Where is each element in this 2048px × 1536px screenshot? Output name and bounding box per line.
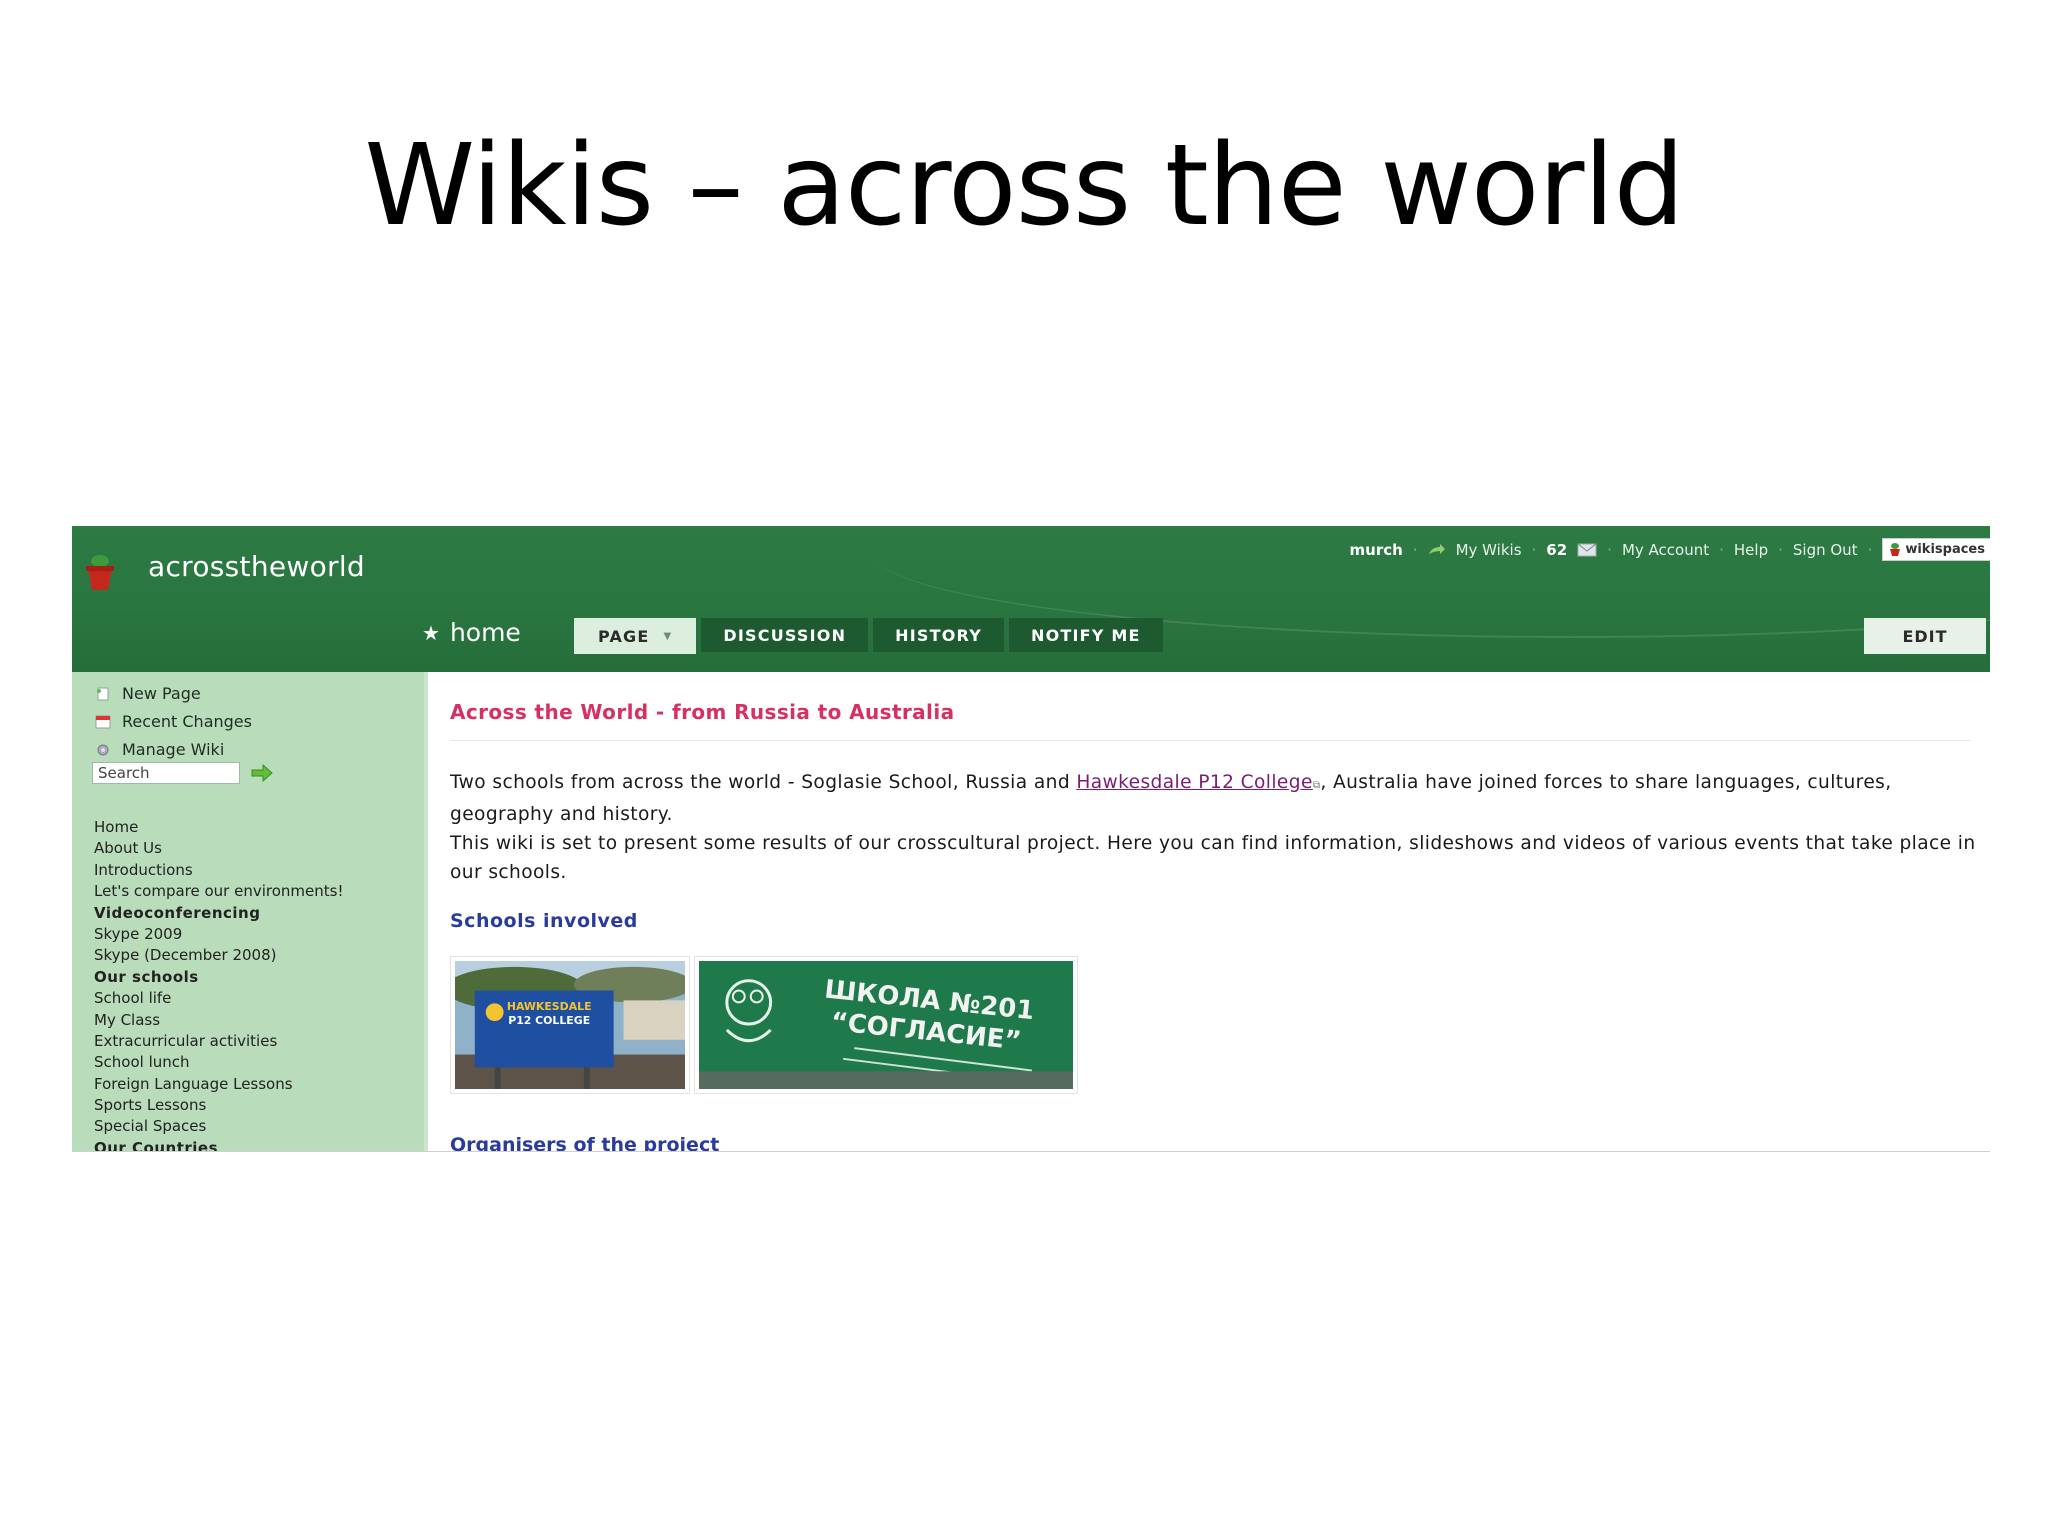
sidebar-nav: Home About Us Introductions Let's compar… — [94, 817, 343, 1152]
nav-extracurricular[interactable]: Extracurricular activities — [94, 1031, 343, 1052]
nav-introductions[interactable]: Introductions — [94, 860, 343, 881]
page-tabs: PAGE ▼ DISCUSSION HISTORY NOTIFY ME — [574, 618, 1163, 654]
hawkesdale-sign-line2: P12 COLLEGE — [508, 1014, 590, 1027]
nav-my-class[interactable]: My Class — [94, 1010, 343, 1031]
recent-changes-link[interactable]: Recent Changes — [94, 712, 252, 731]
nav-foreign-language[interactable]: Foreign Language Lessons — [94, 1074, 343, 1095]
username-link[interactable]: murch — [1350, 541, 1403, 559]
message-count[interactable]: 62 — [1546, 541, 1567, 559]
my-wikis-link[interactable]: My Wikis — [1456, 541, 1522, 559]
nav-skype-2009[interactable]: Skype 2009 — [94, 924, 343, 945]
hawkesdale-sign-line1: HAWKESDALE — [507, 1000, 592, 1013]
manage-wiki-link[interactable]: Manage Wiki — [94, 740, 224, 759]
nav-compare-environments[interactable]: Let's compare our environments! — [94, 881, 343, 902]
calendar-icon — [95, 715, 111, 728]
divider — [450, 740, 1970, 741]
help-link[interactable]: Help — [1734, 541, 1768, 559]
intro-paragraph: Two schools from across the world - Sogl… — [450, 772, 1892, 825]
new-page-link[interactable]: New Page — [94, 684, 201, 703]
search-input[interactable]: Search — [92, 762, 240, 784]
nav-sports-lessons[interactable]: Sports Lessons — [94, 1095, 343, 1116]
page-heading: Across the World - from Russia to Austra… — [450, 700, 955, 724]
hawkesdale-sign-image: HAWKESDALE P12 COLLEGE — [455, 961, 685, 1089]
schools-heading: Schools involved — [450, 910, 638, 932]
mail-icon[interactable] — [1577, 543, 1597, 557]
sidebar: New Page Recent Changes Manage Wiki Sear… — [72, 672, 424, 1151]
sign-out-link[interactable]: Sign Out — [1793, 541, 1858, 559]
tab-notify-me[interactable]: NOTIFY ME — [1009, 618, 1163, 652]
gear-icon — [97, 744, 109, 755]
flower-pot-small-icon — [1890, 542, 1901, 556]
flower-pot-icon — [86, 555, 114, 590]
nav-section-our-countries: Our Countries — [94, 1138, 219, 1152]
organisers-heading: Organisers of the project — [450, 1134, 720, 1152]
nav-special-spaces[interactable]: Special Spaces — [94, 1116, 343, 1137]
page-content: Across the World - from Russia to Austra… — [424, 672, 1990, 1151]
new-page-icon — [97, 687, 109, 700]
site-name[interactable]: acrosstheworld — [148, 550, 365, 583]
nav-skype-december-2008[interactable]: Skype (December 2008) — [94, 945, 343, 966]
tab-page[interactable]: PAGE ▼ — [574, 618, 697, 654]
soglasie-sign-image: ШКОЛА №201 “СОГЛАСИЕ” — [699, 961, 1073, 1089]
nav-home[interactable]: Home — [94, 817, 343, 838]
site-header: acrosstheworld murch · My Wikis · 62 · M… — [72, 526, 1990, 672]
arrow-icon — [1428, 543, 1445, 554]
user-bar: murch · My Wikis · 62 · My Account · Hel… — [1350, 538, 1990, 561]
hawkesdale-photo[interactable]: HAWKESDALE P12 COLLEGE — [450, 956, 690, 1094]
star-icon: ★ — [422, 620, 440, 645]
wiki-screenshot: acrosstheworld murch · My Wikis · 62 · M… — [72, 526, 1990, 1152]
chevron-down-icon: ▼ — [663, 630, 673, 642]
my-account-link[interactable]: My Account — [1622, 541, 1709, 559]
hawkesdale-link[interactable]: Hawkesdale P12 College — [1076, 772, 1312, 793]
soglasie-photo[interactable]: ШКОЛА №201 “СОГЛАСИЕ” — [694, 956, 1078, 1094]
home-tab[interactable]: ★ home — [422, 618, 521, 647]
arrow-right-icon[interactable] — [250, 764, 274, 782]
tab-discussion[interactable]: DISCUSSION — [701, 618, 869, 652]
nav-about-us[interactable]: About Us — [94, 838, 343, 859]
wikispaces-badge[interactable]: wikispaces — [1882, 538, 1990, 561]
nav-school-lunch[interactable]: School lunch — [94, 1052, 343, 1073]
edit-button[interactable]: EDIT — [1864, 618, 1986, 654]
tab-history[interactable]: HISTORY — [873, 618, 1004, 652]
nav-school-life[interactable]: School life — [94, 988, 343, 1009]
slide-title: Wikis – across the world — [364, 121, 1684, 251]
nav-section-videoconferencing: Videoconferencing — [94, 903, 261, 922]
nav-section-our-schools: Our schools — [94, 967, 199, 986]
description-paragraph: This wiki is set to present some results… — [450, 833, 1976, 883]
